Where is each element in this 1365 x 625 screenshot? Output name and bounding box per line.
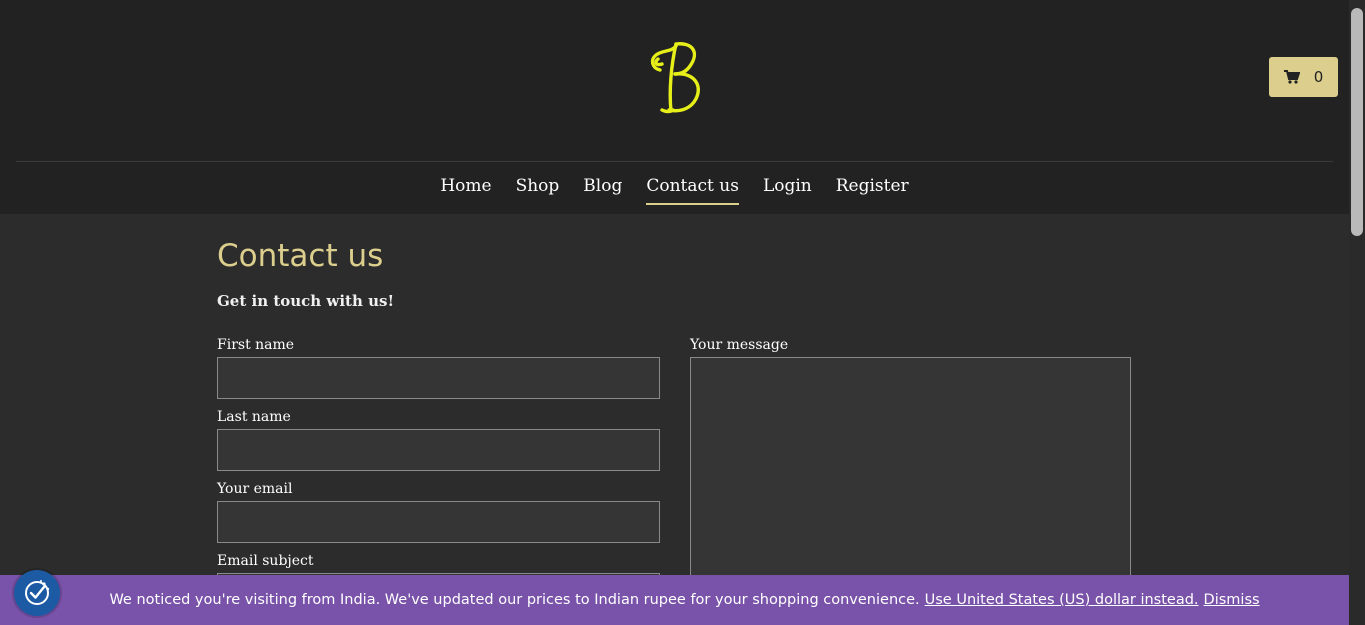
currency-notice-banner: We noticed you're visiting from India. W… bbox=[0, 575, 1349, 625]
subject-label: Email subject bbox=[217, 553, 314, 569]
nav-contact-us[interactable]: Contact us bbox=[646, 176, 739, 205]
first-name-field[interactable] bbox=[217, 357, 660, 399]
message-label: Your message bbox=[690, 337, 789, 353]
privacy-settings-button[interactable] bbox=[14, 570, 60, 616]
privacy-settings-icon bbox=[25, 580, 50, 605]
nav-home[interactable]: Home bbox=[440, 176, 491, 205]
nav-shop[interactable]: Shop bbox=[516, 176, 560, 205]
page-subtitle: Get in touch with us! bbox=[217, 292, 395, 310]
last-name-field[interactable] bbox=[217, 429, 660, 471]
dismiss-link[interactable]: Dismiss bbox=[1204, 592, 1260, 608]
nav-register[interactable]: Register bbox=[836, 176, 909, 205]
message-field[interactable] bbox=[690, 357, 1131, 607]
first-name-label: First name bbox=[217, 337, 295, 353]
script-b-logo[interactable] bbox=[640, 36, 710, 120]
page-title: Contact us bbox=[217, 238, 384, 274]
shopping-cart-icon bbox=[1283, 70, 1300, 84]
site-header: 0 Home Shop Blog Contact us Login Regist… bbox=[0, 0, 1349, 214]
cart-count: 0 bbox=[1313, 68, 1324, 86]
use-usd-link[interactable]: Use United States (US) dollar instead. bbox=[925, 592, 1199, 608]
notice-text: We noticed you're visiting from India. W… bbox=[109, 592, 920, 608]
main-nav: Home Shop Blog Contact us Login Register bbox=[0, 176, 1349, 205]
scrollbar-thumb[interactable] bbox=[1351, 8, 1363, 236]
header-divider bbox=[16, 161, 1333, 162]
last-name-label: Last name bbox=[217, 409, 291, 425]
nav-login[interactable]: Login bbox=[763, 176, 812, 205]
nav-blog[interactable]: Blog bbox=[583, 176, 622, 205]
email-field[interactable] bbox=[217, 501, 660, 543]
cart-button[interactable]: 0 bbox=[1269, 57, 1338, 97]
email-label: Your email bbox=[217, 481, 293, 497]
